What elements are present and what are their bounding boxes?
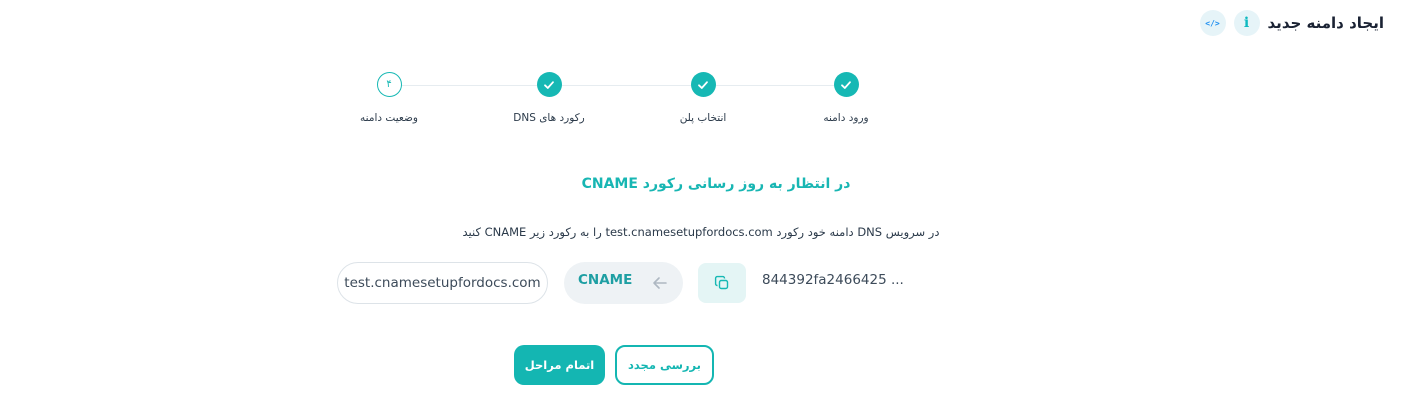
step-domain-status: ۴ وضعیت دامنه (309, 72, 469, 124)
check-icon (690, 72, 716, 97)
cname-record-row: test.cnamesetupfordocs.com CNAME 844392f… (0, 262, 1402, 304)
page-title: ایجاد دامنه جدید (1267, 14, 1384, 32)
step-label: ورود دامنه (823, 112, 869, 124)
instruction-text: در سرویس DNS دامنه خود رکورد test.cnames… (462, 225, 940, 239)
finish-button[interactable]: اتمام مراحل (514, 345, 605, 385)
arrow-left-icon (653, 277, 667, 289)
page-header: ایجاد دامنه جدید i </> (1199, 10, 1384, 36)
code-icon: </> (1205, 18, 1220, 28)
instruction: در سرویس DNS دامنه خود رکورد test.cnames… (0, 221, 1402, 240)
code-view-button[interactable]: </> (1199, 10, 1226, 36)
record-type-badge: CNAME (564, 262, 683, 304)
step-number: ۴ (376, 72, 402, 97)
step-label: رکورد های DNS (513, 112, 585, 124)
step-label: وضعیت دامنه (360, 112, 418, 124)
check-icon (833, 72, 859, 97)
record-target-field[interactable]: test.cnamesetupfordocs.com (337, 262, 548, 304)
step-plan-selection: انتخاب پلن (623, 72, 783, 124)
check-icon (536, 72, 562, 97)
recheck-button[interactable]: بررسی مجدد (615, 345, 714, 385)
record-source-value: 844392fa2466425 ... (762, 272, 904, 288)
step-label: انتخاب پلن (679, 112, 727, 124)
info-button[interactable]: i (1233, 10, 1260, 36)
actions: اتمام مراحل بررسی مجدد (0, 345, 1402, 385)
copy-button[interactable] (698, 263, 746, 303)
status-heading-text: در انتظار به روز رسانی رکورد CNAME (581, 176, 851, 192)
info-icon: i (1243, 15, 1250, 31)
step-dns-records: رکورد های DNS (469, 72, 629, 124)
step-domain-entry: ورود دامنه (766, 72, 926, 124)
record-type-label: CNAME (578, 272, 633, 288)
progress-stepper: ورود دامنه انتخاب پلن رکورد های DNS ۴ وض… (0, 72, 1402, 132)
copy-icon (714, 275, 729, 290)
status-heading: در انتظار به روز رسانی رکورد CNAME (0, 173, 1402, 192)
